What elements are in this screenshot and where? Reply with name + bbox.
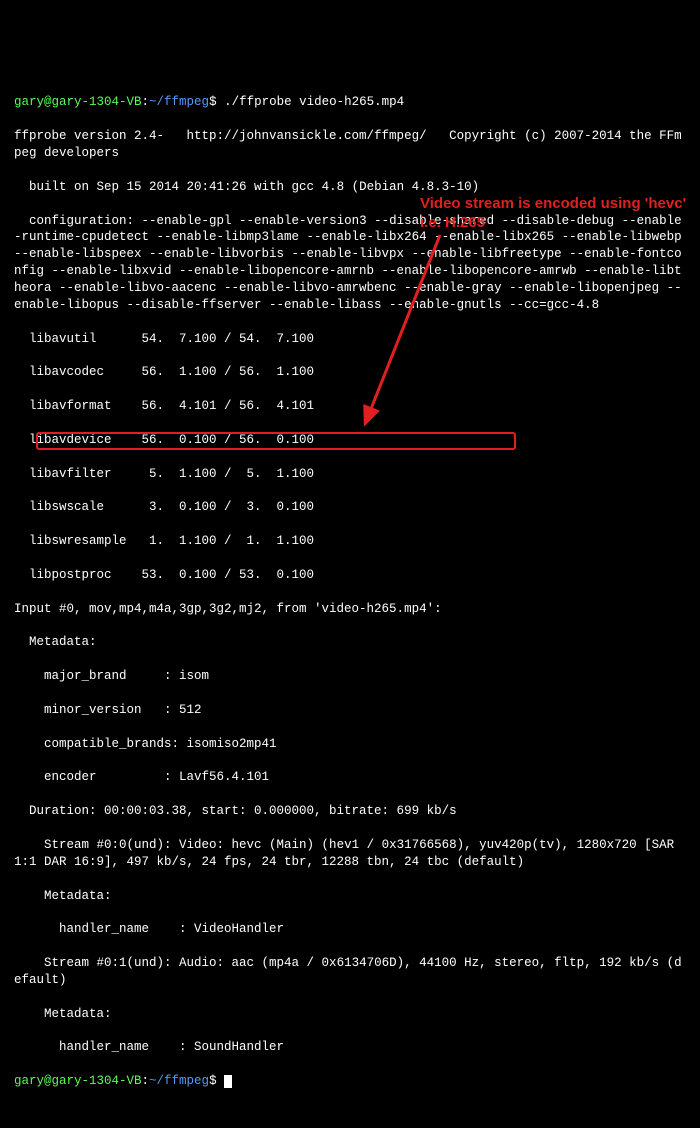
prompt-path: ~/ffmpeg (149, 95, 209, 109)
command-text: ./ffprobe video-h265.mp4 (224, 95, 404, 109)
compatible-brands: compatible_brands: isomiso2mp41 (14, 736, 686, 753)
major-brand: major_brand : isom (14, 668, 686, 685)
annotation-line-2: i.e. H.265 (420, 214, 686, 233)
duration: Duration: 00:00:03.38, start: 0.000000, … (14, 803, 686, 820)
stream-0-video: Stream #0:0(und): Video: hevc (Main) (he… (14, 837, 686, 871)
output-version: ffprobe version 2.4- http://johnvansickl… (14, 128, 686, 162)
encoder: encoder : Lavf56.4.101 (14, 769, 686, 786)
annotation-callout: Video stream is encoded using 'hevc' i.e… (420, 195, 686, 233)
stream-1-metadata: Metadata: (14, 1006, 686, 1023)
prompt-line-1: gary@gary-1304-VB:~/ffmpeg$ ./ffprobe vi… (14, 94, 686, 111)
stream-0-highlighted: Stream #0:0(und): Video: hevc (Main) (he… (14, 838, 464, 852)
input-line: Input #0, mov,mp4,m4a,3gp,3g2,mj2, from … (14, 601, 686, 618)
handler-video: handler_name : VideoHandler (14, 921, 686, 938)
lib-avutil: libavutil 54. 7.100 / 54. 7.100 (14, 331, 686, 348)
metadata-header: Metadata: (14, 634, 686, 651)
lib-avfilter: libavfilter 5. 1.100 / 5. 1.100 (14, 466, 686, 483)
cursor-icon (224, 1075, 232, 1088)
lib-postproc: libpostproc 53. 0.100 / 53. 0.100 (14, 567, 686, 584)
lib-avcodec: libavcodec 56. 1.100 / 56. 1.100 (14, 364, 686, 381)
minor-version: minor_version : 512 (14, 702, 686, 719)
prompt-user: gary@gary-1304-VB (14, 95, 142, 109)
handler-sound: handler_name : SoundHandler (14, 1039, 686, 1056)
stream-1-audio: Stream #0:1(und): Audio: aac (mp4a / 0x6… (14, 955, 686, 989)
highlight-box (36, 432, 516, 450)
prompt-line-2[interactable]: gary@gary-1304-VB:~/ffmpeg$ (14, 1073, 686, 1090)
annotation-line-1: Video stream is encoded using 'hevc' (420, 195, 686, 214)
lib-swresample: libswresample 1. 1.100 / 1. 1.100 (14, 533, 686, 550)
stream-0-metadata: Metadata: (14, 888, 686, 905)
lib-avformat: libavformat 56. 4.101 / 56. 4.101 (14, 398, 686, 415)
lib-swscale: libswscale 3. 0.100 / 3. 0.100 (14, 499, 686, 516)
output-built: built on Sep 15 2014 20:41:26 with gcc 4… (14, 179, 686, 196)
